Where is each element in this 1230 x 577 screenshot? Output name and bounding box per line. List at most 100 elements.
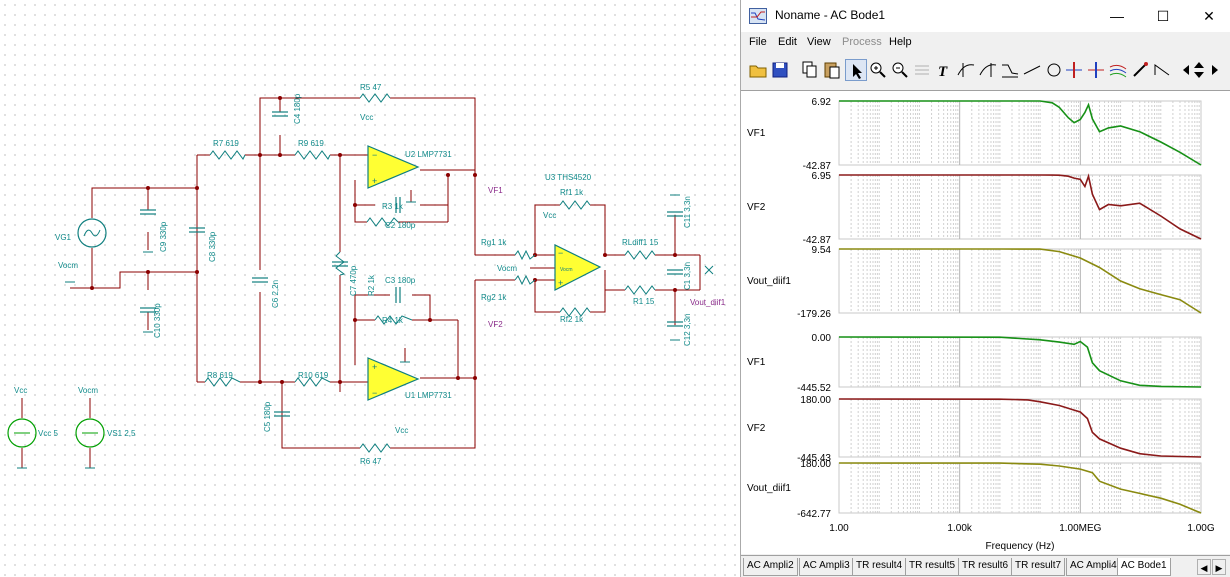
label-vocm-src: Vocm <box>78 386 98 395</box>
grounds <box>17 194 680 469</box>
panel-frame <box>838 462 1202 514</box>
label-c5: C5 180p <box>263 401 272 432</box>
x-tick-label: 1.00G <box>1187 523 1214 534</box>
scroll-updown-icon[interactable] <box>1188 59 1204 81</box>
tab-ac-ampli4[interactable]: AC Ampli4 <box>1066 558 1121 576</box>
tab-tr-result5[interactable]: TR result5 <box>905 558 960 576</box>
tab-ac-bode1[interactable]: AC Bode1 <box>1117 558 1171 576</box>
svg-text:−: − <box>372 388 377 398</box>
y-tick-label: 180.00 <box>800 459 831 470</box>
wires <box>21 97 701 468</box>
label-vcc-u3: Vcc <box>543 211 556 220</box>
svg-text:+: + <box>372 176 377 186</box>
cursor-b-icon[interactable] <box>977 59 999 81</box>
zoom-out-icon[interactable] <box>889 59 911 81</box>
text-icon[interactable]: T <box>933 59 955 81</box>
label-vg1: VG1 <box>55 233 72 242</box>
cursor-a-icon[interactable] <box>955 59 977 81</box>
label-vcc-u2: Vcc <box>360 113 373 122</box>
paste-icon[interactable] <box>821 59 843 81</box>
svg-text:+: + <box>372 362 377 372</box>
tab-tr-result6[interactable]: TR result6 <box>958 558 1013 576</box>
panel-frame <box>838 248 1202 314</box>
menu-help[interactable]: Help <box>889 36 912 48</box>
menu-edit[interactable]: Edit <box>778 36 797 48</box>
label-r6: R6 47 <box>360 457 382 466</box>
grid-icon[interactable] <box>911 59 933 81</box>
graph-icon[interactable] <box>999 59 1021 81</box>
schematic-drawing: − + + − − + R5 47 C4 180p R9 619 R7 619 Vcc… <box>7 83 726 469</box>
label-rf1: Rf1 1k <box>560 188 584 197</box>
marker-b-icon[interactable] <box>1085 59 1107 81</box>
copy-icon[interactable] <box>799 59 821 81</box>
svg-text:−: − <box>558 248 563 258</box>
output-probe-icon <box>704 265 714 275</box>
trace-phase-vf1 <box>838 336 1202 388</box>
tab-ac-ampli2[interactable]: AC Ampli2 <box>743 558 798 576</box>
label-c3: C3 180p <box>385 276 416 285</box>
series-label: Vout_diif1 <box>747 483 791 494</box>
pointer-icon[interactable] <box>845 59 867 81</box>
marker-a-icon[interactable] <box>1063 59 1085 81</box>
y-tick-label: -445.52 <box>797 383 831 394</box>
menu-view[interactable]: View <box>807 36 831 48</box>
label-r5: R5 47 <box>360 83 382 92</box>
label-c7: C7 470p <box>349 265 358 296</box>
panel-frame <box>838 398 1202 458</box>
menu-file[interactable]: File <box>749 36 767 48</box>
tab-scroll-left-icon[interactable]: ◀ <box>1197 559 1211 575</box>
tab-scroll-right-icon[interactable]: ▶ <box>1212 559 1226 575</box>
series-label: Vout_diif1 <box>747 276 791 287</box>
menu-bar: File Edit View Process Help <box>741 34 1230 54</box>
trace-phase-vout_diif1 <box>838 462 1202 514</box>
svg-text:−: − <box>372 150 377 160</box>
close-button[interactable]: ✕ <box>1189 0 1229 32</box>
maximize-button[interactable]: ☐ <box>1143 0 1183 32</box>
tab-tr-result4[interactable]: TR result4 <box>852 558 907 576</box>
label-vocm-u3: Vocm <box>497 264 517 273</box>
schematic-canvas[interactable]: − + + − − + R5 47 C4 180p R9 619 R7 619 Vcc… <box>0 0 740 577</box>
label-r2: R2 1k <box>367 274 376 296</box>
minimize-button[interactable]: — <box>1097 0 1137 32</box>
title-bar[interactable]: Noname - AC Bode1 — ☐ ✕ <box>741 0 1230 32</box>
label-u1: U1 LMP7731 <box>405 391 452 400</box>
label-r9: R9 619 <box>298 139 324 148</box>
svg-text:+: + <box>558 278 563 288</box>
label-c1: C1 3,3n <box>683 262 692 290</box>
trace-phase-vf2 <box>838 398 1202 458</box>
series-label: VF2 <box>747 423 766 434</box>
y-tick-label: -179.26 <box>797 309 831 320</box>
scroll-left-icon[interactable] <box>1175 59 1189 81</box>
circle-icon[interactable] <box>1043 59 1065 81</box>
net-vout: Vout_diif1 <box>690 298 726 307</box>
tab-ac-ampli3[interactable]: AC Ampli3 <box>799 558 854 576</box>
open-folder-icon[interactable] <box>747 59 769 81</box>
menu-process[interactable]: Process <box>842 36 882 48</box>
bode-plot-area[interactable]: 6.92 -42.87 VF1 6.95 -42.87 VF2 9.54 -179.26 Vou… <box>741 90 1230 554</box>
pen-icon[interactable] <box>1129 59 1151 81</box>
label-rldiff1: RLdiff1 15 <box>622 238 659 247</box>
save-icon[interactable] <box>769 59 791 81</box>
arrow-icon[interactable] <box>1151 59 1173 81</box>
opamp-pins: − + + − − + <box>372 150 563 398</box>
label-vocm-left: Vocm <box>58 261 78 270</box>
traces-icon[interactable] <box>1107 59 1129 81</box>
scroll-right-icon[interactable] <box>1204 59 1218 81</box>
junctions <box>90 96 677 384</box>
label-r8: R8 619 <box>207 371 233 380</box>
label-rg1: Rg1 1k <box>481 238 507 247</box>
bode-window: Noname - AC Bode1 — ☐ ✕ File Edit View P… <box>740 0 1230 577</box>
toolbar: T <box>741 57 1230 85</box>
label-opamp-inner: Vocm <box>560 267 573 273</box>
label-r1: R1 15 <box>633 297 655 306</box>
y-tick-label: -642.77 <box>797 509 831 520</box>
x-tick-label: 1.00k <box>947 523 972 534</box>
zoom-in-icon[interactable] <box>867 59 889 81</box>
tab-tr-result7[interactable]: TR result7 <box>1011 558 1066 576</box>
label-vcc-src-value: Vcc 5 <box>38 429 59 438</box>
tab-bar: AC Ampli2 AC Ampli3 TR result4 TR result… <box>741 555 1230 577</box>
trace-amplitude-vf2 <box>839 173 1202 240</box>
bode-plot[interactable]: 6.92-42.87VF16.95-42.87VF29.54-179.26Vou… <box>741 91 1230 555</box>
label-r7: R7 619 <box>213 139 239 148</box>
line-icon[interactable] <box>1021 59 1043 81</box>
